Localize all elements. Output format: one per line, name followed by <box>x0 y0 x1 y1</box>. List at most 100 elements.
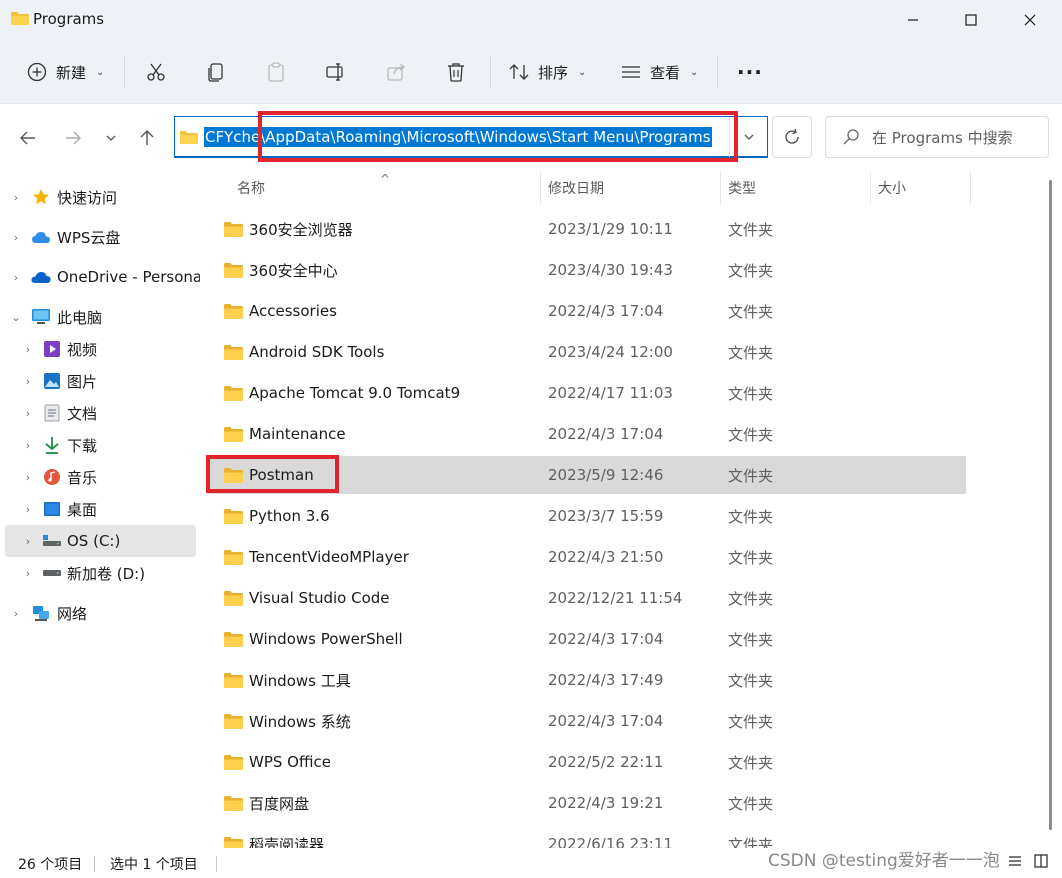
copy-button[interactable] <box>205 56 227 88</box>
file-row[interactable]: Android SDK Tools 2023/4/24 12:00 文件夹 <box>208 333 966 371</box>
chevron-down-icon <box>106 135 116 141</box>
up-button[interactable] <box>133 124 161 152</box>
sidebar-item-onedrive[interactable]: › OneDrive - Persona <box>0 261 200 293</box>
chevron-right-icon[interactable]: › <box>22 471 34 484</box>
maximize-button[interactable] <box>948 0 994 40</box>
chevron-right-icon[interactable]: › <box>10 271 22 284</box>
folder-icon <box>180 131 198 144</box>
copy-icon <box>208 63 223 82</box>
sidebar-item-this-pc[interactable]: ⌄ 此电脑 <box>0 301 200 333</box>
forward-button[interactable] <box>59 124 87 152</box>
file-row[interactable]: Windows 系统 2022/4/3 17:04 文件夹 <box>208 702 966 740</box>
file-row[interactable]: 稻壳阅读器 2022/6/16 23:11 文件夹 <box>208 825 966 848</box>
folder-icon <box>224 632 243 647</box>
sidebar-item-music[interactable]: › 音乐 <box>0 461 200 493</box>
file-row[interactable]: TencentVideoMPlayer 2022/4/3 21:50 文件夹 <box>208 538 966 576</box>
more-icon: ··· <box>737 60 763 84</box>
file-row[interactable]: 360安全中心 2023/4/30 19:43 文件夹 <box>208 251 966 289</box>
cut-button[interactable] <box>145 56 167 88</box>
file-row[interactable]: Visual Studio Code 2022/12/21 11:54 文件夹 <box>208 579 966 617</box>
folder-icon <box>224 591 243 606</box>
file-row[interactable]: WPS Office 2022/5/2 22:11 文件夹 <box>208 743 966 781</box>
column-header-type[interactable]: 类型 <box>728 172 868 204</box>
sidebar-item-videos[interactable]: › 视频 <box>0 333 200 365</box>
file-row[interactable]: 360安全浏览器 2023/1/29 10:11 文件夹 <box>208 210 966 248</box>
tiles-view-button[interactable] <box>1030 850 1052 872</box>
computer-icon <box>31 307 51 327</box>
file-row[interactable]: Python 3.6 2023/3/7 15:59 文件夹 <box>208 497 966 535</box>
annotation-highlight <box>258 111 738 162</box>
back-button[interactable] <box>14 124 42 152</box>
sidebar-item-network[interactable]: › 网络 <box>0 597 200 629</box>
column-header-name[interactable]: 名称 <box>237 172 537 204</box>
file-name: Windows PowerShell <box>249 630 403 648</box>
sidebar-item-wps-cloud[interactable]: › WPS云盘 <box>0 221 200 253</box>
file-name: TencentVideoMPlayer <box>249 548 409 566</box>
chevron-right-icon[interactable]: › <box>22 503 34 516</box>
chevron-right-icon[interactable]: › <box>10 191 22 204</box>
file-row[interactable]: Windows PowerShell 2022/4/3 17:04 文件夹 <box>208 620 966 658</box>
sort-button[interactable]: 排序 ⌄ <box>508 56 586 88</box>
scrollbar-thumb[interactable] <box>1049 180 1052 830</box>
file-date: 2023/1/29 10:11 <box>548 220 673 238</box>
chevron-down-icon: ⌄ <box>96 66 105 78</box>
search-box[interactable]: 在 Programs 中搜索 <box>825 116 1049 158</box>
sidebar-item-quick-access[interactable]: › 快速访问 <box>0 181 200 213</box>
chevron-right-icon[interactable]: › <box>22 439 34 452</box>
column-divider[interactable] <box>540 172 541 204</box>
sidebar-item-desktop[interactable]: › 桌面 <box>0 493 200 525</box>
chevron-right-icon[interactable]: › <box>22 567 34 580</box>
chevron-right-icon[interactable]: › <box>22 343 34 356</box>
column-divider[interactable] <box>720 172 721 204</box>
recent-locations-button[interactable] <box>97 124 125 152</box>
file-date: 2023/4/24 12:00 <box>548 343 673 361</box>
chevron-right-icon[interactable]: › <box>22 407 34 420</box>
file-type: 文件夹 <box>728 466 774 485</box>
column-header-size[interactable]: 大小 <box>878 172 968 204</box>
chevron-right-icon[interactable]: › <box>22 535 34 548</box>
title-bar: Programs <box>0 0 1062 40</box>
file-row[interactable]: Apache Tomcat 9.0 Tomcat9 2022/4/17 11:03… <box>208 374 966 412</box>
more-button[interactable]: ··· <box>737 56 763 88</box>
file-row[interactable]: 百度网盘 2022/4/3 19:21 文件夹 <box>208 784 966 822</box>
sidebar-item-os-c[interactable]: › OS (C:) <box>5 525 196 557</box>
details-view-button[interactable] <box>1004 850 1026 872</box>
close-button[interactable] <box>1007 0 1053 40</box>
new-label: 新建 <box>56 63 87 82</box>
minimize-button[interactable] <box>890 0 936 40</box>
rename-button[interactable] <box>325 56 347 88</box>
file-type: 文件夹 <box>728 384 774 403</box>
file-row[interactable]: Accessories 2022/4/3 17:04 文件夹 <box>208 292 966 330</box>
view-button[interactable]: 查看 ⌄ <box>620 56 698 88</box>
chevron-right-icon[interactable]: › <box>22 375 34 388</box>
sidebar-item-documents[interactable]: › 文档 <box>0 397 200 429</box>
file-name: 百度网盘 <box>249 794 310 813</box>
share-button[interactable] <box>385 56 407 88</box>
file-date: 2023/5/9 12:46 <box>548 466 664 484</box>
sidebar-item-downloads[interactable]: › 下载 <box>0 429 200 461</box>
file-name: 360安全中心 <box>249 261 338 280</box>
column-divider[interactable] <box>970 172 971 204</box>
cut-icon <box>147 63 165 81</box>
sidebar-item-label: OneDrive - Persona <box>57 268 200 286</box>
sidebar-item-new-volume-d[interactable]: › 新加卷 (D:) <box>0 557 200 589</box>
sidebar-item-label: 视频 <box>67 340 98 359</box>
onedrive-icon <box>31 267 51 287</box>
chevron-right-icon[interactable]: › <box>10 607 22 620</box>
file-date: 2022/5/2 22:11 <box>548 753 664 771</box>
refresh-button[interactable] <box>772 116 812 158</box>
sidebar-item-label: 桌面 <box>67 500 98 519</box>
column-header-date[interactable]: 修改日期 <box>548 172 718 204</box>
paste-button[interactable] <box>265 56 287 88</box>
new-button[interactable]: 新建 ⌄ <box>26 56 104 88</box>
chevron-down-icon[interactable]: ⌄ <box>10 311 22 324</box>
vertical-scrollbar[interactable] <box>1043 172 1062 848</box>
column-divider[interactable] <box>870 172 871 204</box>
file-row[interactable]: Windows 工具 2022/4/3 17:49 文件夹 <box>208 661 966 699</box>
folder-icon <box>224 304 243 319</box>
chevron-right-icon[interactable]: › <box>10 231 22 244</box>
file-row[interactable]: Maintenance 2022/4/3 17:04 文件夹 <box>208 415 966 453</box>
sidebar-item-pictures[interactable]: › 图片 <box>0 365 200 397</box>
delete-button[interactable] <box>445 56 467 88</box>
file-date: 2023/3/7 15:59 <box>548 507 664 525</box>
